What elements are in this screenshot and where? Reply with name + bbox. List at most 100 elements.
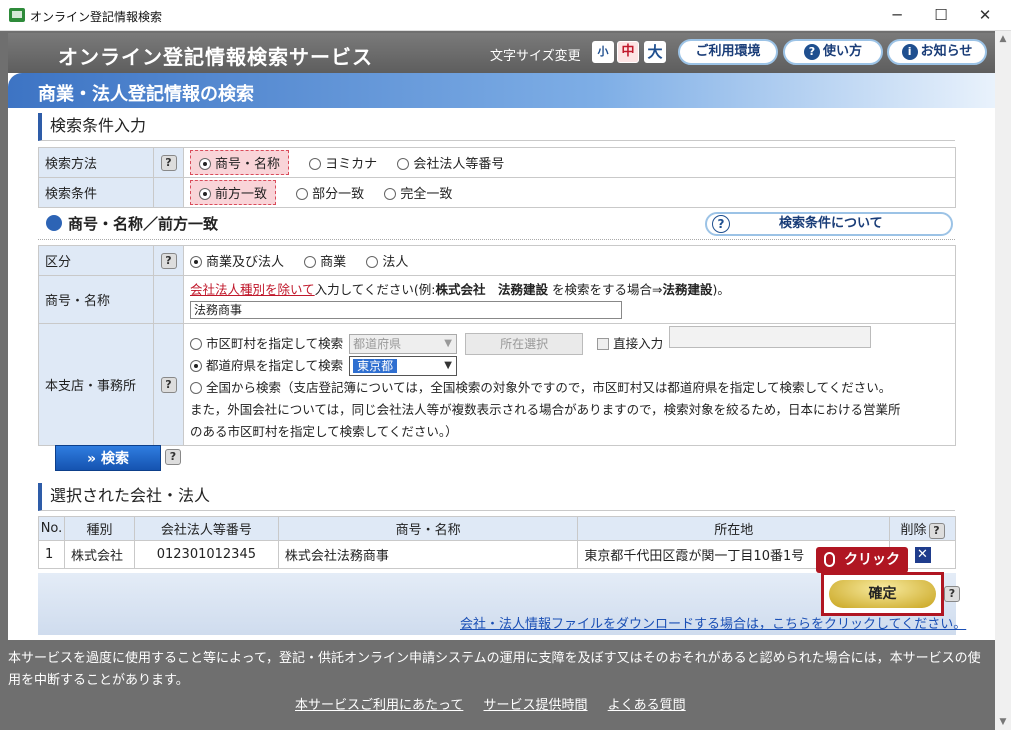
howto-button[interactable]: ? 使い方 [783, 39, 883, 65]
cell-no: 1 [38, 540, 65, 569]
option-label: 商号・名称 [215, 157, 281, 172]
option-label: 前方一致 [215, 187, 268, 202]
select-value: 東京都 [353, 359, 398, 373]
office-help-icon[interactable]: ? [160, 376, 177, 393]
notice-button[interactable]: i お知らせ [887, 39, 987, 65]
option-label: ヨミカナ [325, 157, 378, 172]
radio-icon [190, 256, 202, 268]
office-option-all[interactable]: 全国から検索（支店登記簿については，全国検索の対象外ですので，市区町村又は都道府… [190, 377, 949, 399]
kubun-option-both[interactable]: 商業及び法人 [190, 255, 284, 270]
confirm-help-icon[interactable]: ? [944, 586, 960, 602]
locate-button[interactable]: 所在選択 [465, 333, 584, 355]
scroll-down-icon[interactable]: ▼ [995, 714, 1011, 730]
option-label: 部分一致 [312, 187, 365, 202]
condition-option-prefix[interactable]: 前方一致 [190, 180, 277, 205]
app-title: オンライン登記情報検索サービス [58, 45, 373, 69]
page-title: 商業・法人登記情報の検索 [38, 84, 254, 105]
option-label: 市区町村を指定して検索 [206, 336, 344, 351]
search-section-title: 検索条件入力 [38, 113, 955, 141]
delete-icon[interactable]: ✕ [914, 546, 931, 563]
font-size-label: 文字サイズ変更 [490, 49, 581, 64]
radio-icon [304, 256, 317, 268]
howto-label: 使い方 [822, 44, 862, 59]
globe-icon [46, 215, 62, 231]
radio-icon [384, 188, 397, 200]
radio-icon [190, 382, 202, 394]
footer-link-usage[interactable]: 本サービスご利用にあたって [295, 698, 463, 713]
confirm-button[interactable]: 確定 [829, 580, 936, 608]
sub-title-text: 商号・名称／前方一致 [68, 215, 219, 233]
name-input[interactable]: 法務商事 [190, 300, 622, 319]
hint-text: 入力してください(例: [314, 281, 436, 297]
font-large-button[interactable]: 大 [644, 41, 666, 63]
condition-option-exact[interactable]: 完全一致 [384, 187, 452, 202]
hint-bold: 株式会社 法務建設 [435, 281, 548, 297]
about-label: 検索条件について [779, 216, 883, 231]
about-conditions-button[interactable]: ? 検索条件について [705, 212, 953, 236]
select-value: 都道府県 [353, 337, 402, 351]
method-option-name[interactable]: 商号・名称 [190, 150, 290, 175]
maximize-button[interactable]: ☐ [919, 3, 963, 28]
info-icon: i [901, 44, 918, 60]
delete-header: 削除 [900, 522, 927, 538]
footer-link-hours[interactable]: サービス提供時間 [484, 698, 588, 713]
font-medium-button[interactable]: 中 [617, 41, 639, 63]
help-icon: ? [803, 44, 820, 60]
condition-option-partial[interactable]: 部分一致 [296, 187, 364, 202]
chevron-down-icon: ▼ [444, 338, 452, 349]
close-button[interactable]: ✕ [963, 3, 1007, 28]
vertical-scrollbar[interactable]: ▲ ▼ [995, 31, 1011, 730]
radio-icon [199, 158, 211, 170]
option-label: 都道府県を指定して検索 [206, 358, 344, 373]
tooltip-text: クリック [844, 552, 900, 568]
app-window: オンライン登記情報検索 ─ ☐ ✕ ▲ ▼ オンライン登記情報検索サービス 文字… [0, 0, 1011, 730]
direct-input-checkbox[interactable]: 直接入力 [597, 336, 663, 351]
corp-type-link[interactable]: 会社法人種別を除いて [190, 282, 315, 297]
footer-link-faq[interactable]: よくある質問 [608, 698, 686, 713]
sub-section-title: 商号・名称／前方一致 [46, 213, 218, 234]
checkbox-icon [597, 338, 610, 350]
chevron-down-icon: ▼ [444, 360, 452, 371]
option-label: 完全一致 [400, 187, 453, 202]
scroll-up-icon[interactable]: ▲ [995, 31, 1011, 47]
city-pref-select[interactable]: 都道府県 ▼ [349, 334, 458, 354]
minimize-button[interactable]: ─ [875, 3, 919, 28]
condition-label: 検索条件 [38, 177, 154, 208]
divider [38, 239, 955, 240]
env-label: ご利用環境 [695, 44, 761, 59]
radio-icon [190, 338, 202, 350]
col-delete: 削除? [889, 516, 956, 541]
kubun-option-commerce[interactable]: 商業 [304, 255, 346, 270]
col-no: No. [38, 516, 65, 541]
kubun-option-corp[interactable]: 法人 [366, 255, 408, 270]
method-option-kana[interactable]: ヨミカナ [309, 157, 377, 172]
result-section-title: 選択された会社・法人 [38, 483, 955, 511]
page-banner: 商業・法人登記情報の検索 [8, 73, 995, 108]
kubun-label: 区分 [38, 245, 154, 276]
help-icon: ? [712, 215, 730, 233]
note-line: のある市区町村を指定して検索してください。） [190, 424, 458, 439]
usage-notice: 本サービスを過度に使用すること等によって，登記・供託オンライン申請システムの運用… [8, 651, 981, 688]
footer-links: 本サービスご利用にあたって サービス提供時間 よくある質問 [295, 694, 702, 713]
col-address: 所在地 [577, 516, 890, 541]
note-line: また，外国会社については，同じ会社法人等が複数表示される場合がありますので，検索… [190, 402, 901, 417]
search-help-icon[interactable]: ? [165, 449, 181, 465]
checkbox-label: 直接入力 [613, 336, 664, 351]
direct-input-field[interactable] [669, 326, 872, 348]
search-form-table: 区分 ? 商業及び法人 商業 法人 商号・名称 会社法人種別を除いて入力してくだ… [38, 245, 956, 446]
method-option-number[interactable]: 会社法人等番号 [397, 157, 504, 172]
environment-button[interactable]: ご利用環境 [678, 39, 778, 65]
delete-help-icon[interactable]: ? [928, 522, 945, 539]
office-option-pref[interactable]: 都道府県を指定して検索 [190, 358, 343, 373]
office-option-city[interactable]: 市区町村を指定して検索 [190, 336, 343, 351]
font-small-button[interactable]: 小 [592, 41, 614, 63]
pref-select[interactable]: 東京都 ▼ [349, 356, 458, 376]
click-tooltip: クリック [816, 547, 908, 580]
method-help-icon[interactable]: ? [160, 154, 177, 171]
kubun-help-icon[interactable]: ? [160, 252, 177, 269]
search-button[interactable]: » 検索 [55, 445, 161, 471]
office-label: 本支店・事務所 [38, 323, 154, 446]
name-label: 商号・名称 [38, 275, 154, 324]
title-bar: オンライン登記情報検索 ─ ☐ ✕ [0, 0, 1011, 31]
hint-bold: 法務建設 [662, 281, 713, 297]
